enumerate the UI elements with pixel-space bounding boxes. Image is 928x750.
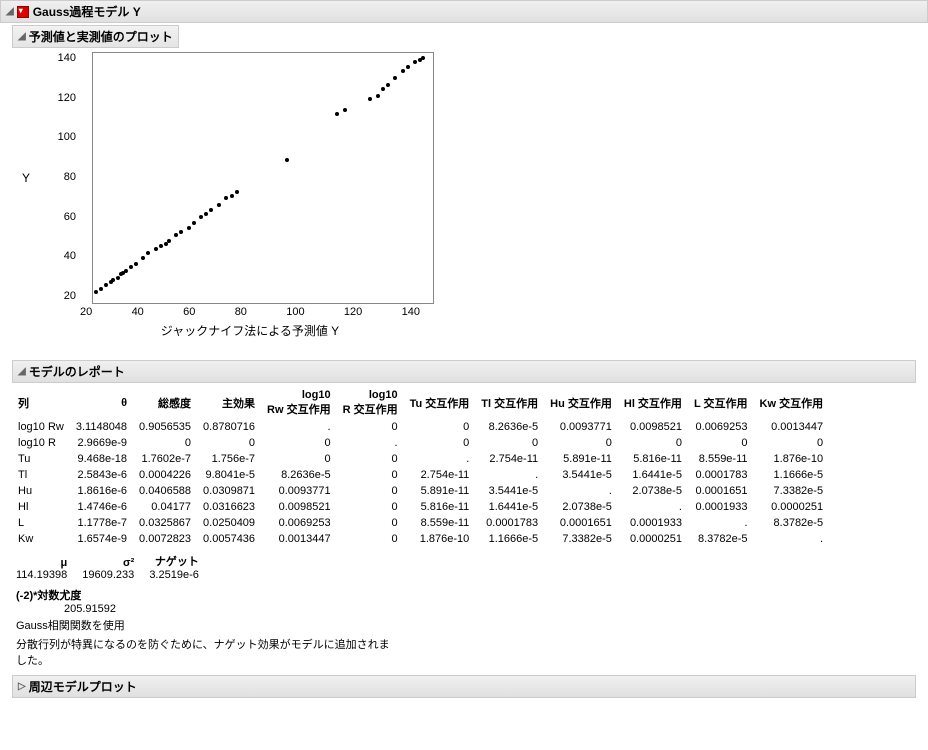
disclosure-icon[interactable]: ◢	[18, 366, 26, 377]
plot-title: 予測値と実測値のプロット	[29, 28, 173, 45]
menu-icon[interactable]	[17, 6, 29, 18]
main-section-header[interactable]: ◢ Gauss過程モデル Y	[0, 0, 928, 23]
note-2: 分散行列が特異になるのを防ぐために、ナゲット効果がモデルに追加されました。	[16, 638, 396, 669]
disclosure-icon[interactable]: ◢	[18, 31, 26, 42]
disclosure-icon[interactable]: ◢	[6, 6, 14, 17]
model-report-header[interactable]: ◢ モデルのレポート	[12, 360, 916, 383]
report-table: 列θ総感度主効果log10Rw 交互作用log10R 交互作用Tu 交互作用Tl…	[12, 387, 829, 547]
logL-label: (-2)*対数尤度	[16, 587, 81, 603]
nugget-label: ナゲット	[149, 553, 199, 569]
x-axis-label: ジャックナイフ法による予測値 Y	[80, 322, 420, 339]
logL-value: 205.91592	[16, 603, 116, 615]
marginal-section-header[interactable]: ▷ 周辺モデルプロット	[12, 675, 916, 698]
note-1: Gauss相関関数を使用	[16, 619, 928, 634]
stats-row: μ114.19398 σ²19609.233 ナゲット3.2519e-6	[16, 553, 928, 581]
log-likelihood-row: (-2)*対数尤度	[16, 587, 928, 603]
log-likelihood-value-row: 205.91592	[16, 603, 928, 615]
x-axis-ticks: 20406080100120140	[80, 306, 420, 318]
main-title: Gauss過程モデル Y	[33, 3, 141, 20]
scatter-plot: Y 14012010080604020 20406080100120140 ジャ…	[22, 52, 432, 352]
model-report-title: モデルのレポート	[29, 363, 125, 380]
y-axis-label: Y	[22, 171, 30, 185]
plot-section-header[interactable]: ◢ 予測値と実測値のプロット	[12, 25, 179, 48]
marginal-title: 周辺モデルプロット	[29, 678, 137, 695]
sigma2-label: σ²	[82, 557, 134, 569]
mu-label: μ	[16, 557, 67, 569]
disclosure-icon-closed[interactable]: ▷	[18, 681, 26, 692]
sigma2-value: 19609.233	[82, 569, 134, 581]
plot-area	[92, 52, 434, 304]
y-axis-ticks: 14012010080604020	[52, 52, 76, 302]
mu-value: 114.19398	[16, 569, 67, 581]
nugget-value: 3.2519e-6	[149, 569, 199, 581]
